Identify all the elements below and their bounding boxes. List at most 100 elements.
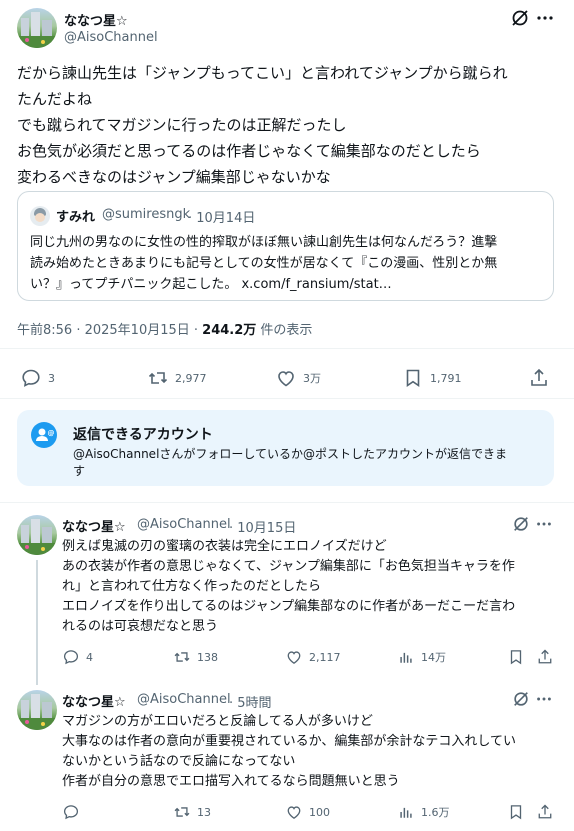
like-count: 3万	[303, 372, 321, 385]
bookmark-icon	[510, 650, 522, 665]
notice-body-line: @AisoChannelさんがフォローしているか@ポストしたアカウントが返信でき…	[73, 447, 508, 461]
post-text-line: 変わるべきなのはジャンプ編集部じゃないかな	[17, 168, 331, 186]
divider	[0, 398, 574, 399]
repost-button[interactable]: 2,977	[147, 367, 207, 389]
reply-text-line: エロノイズを作り出してるのはジャンプ編集部なのに作者があーだこーだ言わ	[62, 599, 516, 614]
quote-text-line: い？』ってプチパニック起こした。 x.com/f_ransium/stat…	[30, 277, 392, 292]
bookmark-icon	[510, 805, 522, 820]
like-button[interactable]: 100	[285, 803, 330, 821]
quote-text-line: 同じ九州の男なのに女性の性的搾取がほぼ無い諫山創先生は何なんだろう？進撃	[30, 235, 498, 250]
views-button[interactable]: 14万	[397, 648, 446, 666]
grok-icon[interactable]	[510, 8, 530, 32]
reply-button[interactable]	[62, 803, 86, 821]
bookmark-count: 1,791	[430, 371, 462, 385]
divider	[0, 502, 574, 503]
quote-date: · 10月14日	[188, 211, 256, 226]
bookmark-button[interactable]	[507, 803, 525, 825]
like-icon	[278, 371, 294, 387]
bookmark-button[interactable]: 1,791	[402, 367, 462, 389]
svg-text:@: @	[48, 429, 55, 437]
reply-time[interactable]: · 10月15日	[229, 517, 296, 536]
quote-text: 同じ九州の男なのに女性の性的搾取がほぼ無い諫山創先生は何なんだろう？進撃 読み始…	[30, 232, 545, 295]
view-count: 14万	[421, 651, 446, 664]
share-button[interactable]	[536, 803, 554, 825]
views-icon	[400, 807, 412, 818]
repost-button[interactable]: 13	[173, 803, 211, 821]
more-icon[interactable]	[535, 8, 555, 32]
views-icon	[400, 652, 412, 663]
more-icon[interactable]	[535, 515, 553, 537]
notice-body-line: す	[73, 464, 86, 478]
share-icon	[538, 804, 552, 819]
quote-author-name: すみれ	[56, 210, 96, 225]
reply-author-handle[interactable]: @AisoChannel	[137, 517, 231, 532]
reply-author-handle[interactable]: @AisoChannel	[137, 692, 231, 707]
view-count: 1.6万	[421, 806, 450, 819]
reply-text-line: れ」と言われて仕方なく作ったのだとしたら	[62, 579, 321, 594]
reply-text-line: 例えば鬼滅の刃の蜜璃の衣装は完全にエロノイズだけど	[62, 539, 387, 554]
account-icon: @	[31, 422, 57, 448]
reply-icon	[63, 650, 79, 665]
like-count: 2,117	[309, 650, 341, 664]
reply-text-line: 大事なのは作者の意向が重要視されているか、編集部が余計なテコ入れしてい	[62, 734, 516, 749]
like-count: 100	[309, 805, 330, 819]
reply-author-name[interactable]: ななつ星☆	[62, 516, 126, 535]
post-timestamp[interactable]: 午前8:56 · 2025年10月15日 ·	[17, 323, 202, 338]
reply-icon	[63, 805, 79, 820]
reply-text-line: 作者が自分の意思でエロ描写入れてるなら問題無いと思う	[62, 774, 400, 789]
post-text-line: お色気が必須だと思ってるのは作者じゃなくて編集部なのだとしたら	[17, 142, 481, 160]
post-text-line: だから諫山先生は「ジャンプもってこい」と言われてジャンプから蹴られ	[17, 64, 508, 82]
share-button[interactable]	[536, 648, 554, 670]
author-handle[interactable]: @AisoChannel	[64, 30, 158, 45]
bookmark-button[interactable]	[507, 648, 525, 670]
notice-body: @AisoChannelさんがフォローしているか@ポストしたアカウントが返信でき…	[73, 446, 543, 480]
reply-restriction-notice: @ 返信できるアカウント @AisoChannelさんがフォローしているか@ポス…	[17, 410, 554, 486]
repost-count: 138	[197, 650, 218, 664]
more-icon[interactable]	[535, 690, 553, 712]
thread-line	[36, 560, 38, 685]
notice-title: 返信できるアカウント	[73, 427, 213, 443]
reply-author-name[interactable]: ななつ星☆	[62, 691, 126, 710]
post-text: だから諫山先生は「ジャンプもってこい」と言われてジャンプから蹴られ たんだよね …	[17, 60, 557, 190]
views-button[interactable]: 1.6万	[397, 803, 450, 821]
share-icon	[538, 649, 552, 664]
quote-avatar	[30, 206, 50, 226]
reply-time[interactable]: · 5時間	[229, 692, 272, 711]
reply-button[interactable]: 4	[62, 648, 93, 666]
like-icon	[287, 651, 301, 664]
repost-button[interactable]: 138	[173, 648, 218, 666]
share-icon	[531, 368, 547, 386]
reply-text-line: あの衣装が作者の意思じゃなくて、ジャンプ編集部に「お色気担当キャラを作	[62, 559, 515, 574]
share-button[interactable]	[528, 367, 550, 393]
quote-text-line: 読み始めたときあまりにも記号としての女性が居なくて『この漫画、性別とか無	[30, 256, 498, 271]
view-count: 244.2万	[202, 323, 257, 338]
author-name[interactable]: ななつ星☆	[64, 10, 128, 29]
repost-icon	[148, 372, 168, 384]
post-meta: 午前8:56 · 2025年10月15日 · 244.2万 件の表示	[17, 319, 312, 338]
bookmark-icon	[406, 369, 420, 388]
reply-text-line: マガジンの方がエロいだろと反論してる人が多いけど	[62, 714, 373, 729]
repost-icon	[174, 807, 190, 817]
reply-count: 3	[48, 371, 55, 385]
reply-text: マガジンの方がエロいだろと反論してる人が多いけど 大事なのは作者の意向が重要視さ…	[62, 712, 557, 792]
grok-icon[interactable]	[512, 515, 530, 537]
reply-text-line: れるのは可哀想だなと思う	[62, 619, 219, 634]
like-button[interactable]: 2,117	[285, 648, 341, 666]
like-button[interactable]: 3万	[275, 367, 321, 389]
reply-button[interactable]: 3	[20, 367, 55, 389]
post-text-line: でも蹴られてマガジンに行ったのは正解だったし	[17, 116, 347, 134]
avatar[interactable]	[17, 515, 57, 555]
avatar[interactable]	[17, 8, 57, 48]
quoted-post[interactable]: すみれ @sumiresngk · 10月14日 同じ九州の男なのに女性の性的搾…	[17, 191, 554, 301]
divider	[0, 348, 574, 349]
reply-icon	[22, 369, 40, 387]
grok-icon[interactable]	[512, 690, 530, 712]
reply-count: 4	[86, 650, 93, 664]
quote-author-handle: @sumiresngk	[102, 207, 191, 222]
reply-text-line: ないかという話なので反論になってない	[62, 754, 296, 769]
repost-icon	[174, 652, 190, 662]
repost-count: 13	[197, 805, 211, 819]
repost-count: 2,977	[175, 371, 207, 385]
avatar[interactable]	[17, 690, 57, 730]
post-text-line: たんだよね	[17, 90, 93, 108]
